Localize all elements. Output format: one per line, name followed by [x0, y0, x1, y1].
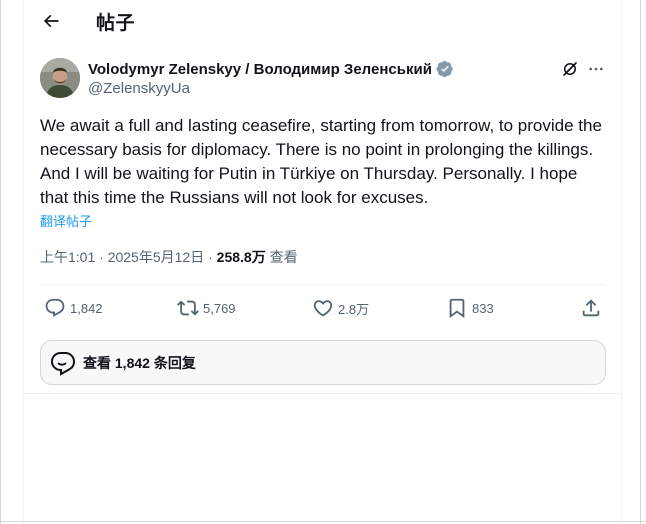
window-left-edge: [0, 0, 1, 524]
section-divider: [24, 393, 621, 394]
grok-icon: [563, 62, 577, 76]
post-text: We await a full and lasting ceasefire, s…: [40, 116, 602, 207]
avatar[interactable]: [40, 58, 80, 98]
bookmark-icon: [449, 298, 465, 319]
window-right-edge: [640, 0, 641, 524]
like-count: 2.8万: [338, 301, 370, 317]
author-handle[interactable]: @ZelenskyyUa: [88, 80, 190, 97]
repost-count: 5,769: [203, 300, 236, 316]
verified-badge-icon: [436, 60, 454, 78]
grok-button[interactable]: [559, 58, 581, 80]
view-replies-button[interactable]: 查看 1,842 条回复: [40, 340, 606, 385]
meta-separator: ·: [208, 249, 213, 265]
bookmark-button[interactable]: 833: [446, 296, 494, 320]
bookmark-count: 833: [472, 300, 494, 316]
post-time[interactable]: 上午1:01: [40, 249, 95, 265]
author-name[interactable]: Volodymyr Zelenskyy / Володимир Зеленськ…: [88, 60, 454, 78]
repost-button[interactable]: 5,769: [177, 296, 236, 320]
translate-post-link[interactable]: 翻译帖子: [40, 211, 92, 230]
page-title: 帖子: [96, 13, 136, 34]
views-label: 查看: [269, 249, 298, 265]
more-options-button[interactable]: [585, 58, 607, 80]
avatar-portrait-icon: [40, 58, 80, 98]
post-date[interactable]: 2025年5月12日: [108, 249, 205, 265]
page-header: 帖子: [0, 0, 620, 42]
heart-icon: [313, 300, 333, 317]
more-dots-icon: [589, 67, 603, 71]
like-button[interactable]: 2.8万: [312, 296, 369, 320]
repost-icon: [177, 300, 199, 316]
author-name-text: Volodymyr Zelenskyy / Володимир Зеленськ…: [88, 60, 432, 78]
reply-count: 1,842: [70, 300, 103, 316]
meta-separator: ·: [99, 249, 104, 265]
share-button[interactable]: [580, 296, 602, 320]
arrow-left-icon: [43, 14, 59, 28]
post-meta: 上午1:01 · 2025年5月12日 · 258.8万 查看: [40, 247, 298, 267]
reply-button[interactable]: 1,842: [44, 296, 103, 320]
views-count: 258.8万: [216, 249, 266, 265]
back-button[interactable]: [36, 6, 66, 36]
replies-bubble-icon: [49, 349, 77, 377]
reply-icon: [45, 298, 65, 317]
divider: [40, 284, 606, 285]
view-replies-label: 查看 1,842 条回复: [83, 354, 196, 371]
share-icon: [582, 299, 600, 317]
window-bottom-edge: [0, 521, 646, 522]
